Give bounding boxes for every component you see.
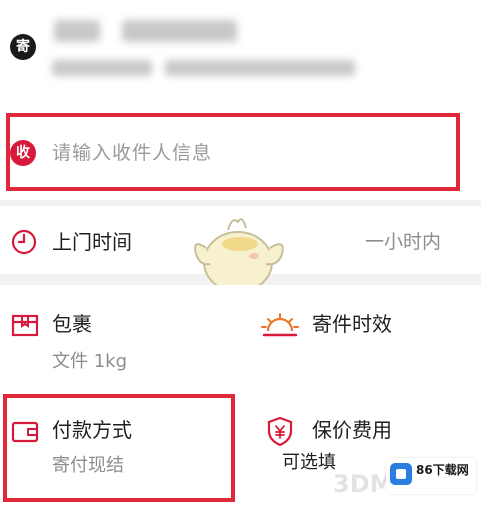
- sender-section[interactable]: 寄: [0, 0, 481, 108]
- highlight-receiver: [6, 113, 460, 191]
- pickup-time-value: 一小时内: [365, 231, 442, 253]
- watermark-86-text: 86下载网: [416, 463, 469, 477]
- insurance-label: 保价费用: [312, 418, 392, 442]
- sender-badge: 寄: [10, 34, 36, 60]
- watermark-3dm-text: 3DM: [333, 470, 394, 498]
- package-label: 包裹: [52, 312, 92, 336]
- watermark-86-badge: 86下载网: [386, 458, 476, 494]
- sender-address-blurred-1: [52, 60, 152, 76]
- package-value: 文件 1kg: [52, 351, 128, 372]
- watermark-86-logo-icon: [390, 463, 412, 485]
- clock-icon: [11, 229, 37, 255]
- sender-phone-blurred: [122, 20, 237, 42]
- sender-address-blurred-2: [165, 60, 355, 76]
- sunrise-icon: [261, 313, 299, 337]
- pickup-time-label: 上门时间: [52, 230, 132, 254]
- highlight-payment: [3, 394, 235, 502]
- shield-yen-icon: [267, 416, 293, 447]
- watermark-3dm: 3DM: [285, 452, 394, 502]
- sender-name-blurred: [54, 20, 100, 42]
- package-box-icon: [11, 314, 39, 337]
- delivery-time-label: 寄件时效: [312, 312, 392, 336]
